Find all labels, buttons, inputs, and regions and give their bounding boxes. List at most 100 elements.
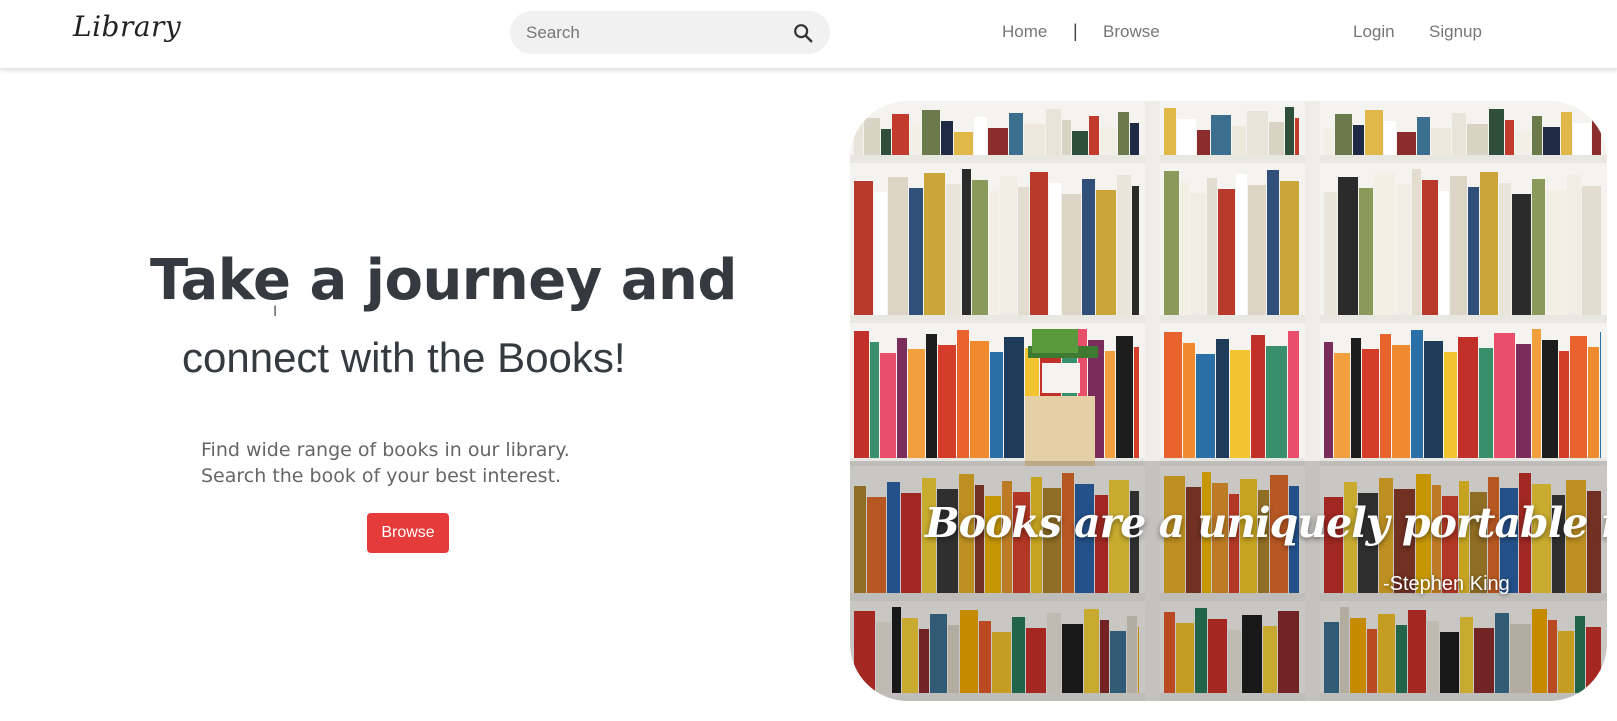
book-spine	[1269, 122, 1284, 155]
search-bar[interactable]	[510, 11, 830, 54]
book-spine	[1134, 347, 1139, 458]
book-spine	[1468, 187, 1479, 315]
book-spine	[970, 341, 989, 458]
book-spine	[1458, 337, 1478, 458]
hero-description: Find wide range of books in our library.…	[201, 439, 570, 487]
book-spine	[1132, 186, 1139, 315]
signup-link[interactable]: Signup	[1429, 22, 1482, 42]
book-spine	[909, 188, 923, 315]
book-spine	[1267, 170, 1279, 315]
book-spine	[924, 173, 945, 315]
book-spine	[1515, 131, 1531, 155]
book-spine	[1100, 127, 1117, 155]
book-spine	[1542, 340, 1558, 458]
book-spine	[1004, 337, 1024, 458]
book-spine	[1024, 124, 1045, 155]
book-spine	[988, 128, 1008, 155]
book-spine	[1422, 180, 1438, 315]
book-spine	[1397, 132, 1416, 155]
book-spine	[941, 121, 953, 155]
book-spine	[1365, 110, 1383, 155]
book-spine	[1380, 334, 1391, 458]
book-spine	[1046, 109, 1061, 155]
book-spine	[1452, 113, 1466, 155]
book-spine	[1177, 119, 1196, 155]
book-spine	[1532, 329, 1541, 458]
nav-home-link[interactable]: Home	[1002, 22, 1047, 42]
book-spine	[1117, 175, 1131, 315]
book-spine	[954, 132, 973, 155]
book-spine	[1218, 189, 1235, 315]
book-spine	[1431, 128, 1451, 155]
book-spine	[1411, 330, 1423, 458]
book-spine	[1247, 111, 1268, 155]
book-spine	[1479, 348, 1493, 458]
book-spine	[1230, 350, 1250, 458]
book-spine	[1295, 118, 1299, 155]
book-spine	[1236, 174, 1247, 315]
book-spine	[1396, 184, 1411, 315]
brand-logo[interactable]: Library	[73, 10, 181, 43]
bookshelf-image: Books are a uniquely portable magic -Ste…	[850, 101, 1607, 701]
book-spine	[1207, 178, 1217, 315]
book-spine	[1359, 188, 1373, 315]
book-spine	[910, 125, 921, 155]
book-spine	[1439, 191, 1449, 315]
book-spine	[1211, 115, 1231, 155]
book-spine	[1338, 177, 1358, 315]
book-spine	[1164, 108, 1176, 155]
book-spine	[1499, 183, 1511, 315]
book-spine	[922, 110, 940, 155]
book-spine	[989, 191, 999, 315]
book-spine	[1351, 338, 1361, 458]
navbar: Library Home | Browse Login Signup	[0, 0, 1617, 69]
book-spine	[1516, 344, 1531, 458]
search-input[interactable]	[526, 11, 786, 54]
book-spine	[1049, 183, 1061, 315]
text-cursor-icon: I	[273, 304, 278, 320]
book-spine	[1197, 130, 1210, 155]
book-spine	[1392, 345, 1410, 458]
book-spine	[1030, 172, 1048, 315]
book-spine	[1266, 346, 1287, 458]
book-spine	[957, 330, 969, 458]
book-spine	[990, 352, 1003, 458]
shelf-board	[850, 315, 1607, 323]
book-spine	[1285, 107, 1294, 155]
book-spine	[1567, 175, 1581, 315]
book-spine	[854, 181, 873, 315]
book-spine	[1374, 173, 1395, 315]
book-spine	[1089, 116, 1099, 155]
book-spine	[892, 114, 909, 155]
browse-button[interactable]: Browse	[367, 513, 449, 553]
book-spine	[1116, 336, 1133, 458]
book-spine	[864, 118, 880, 155]
book-spine	[1164, 171, 1179, 315]
book-spine	[1384, 121, 1396, 155]
book-spine	[1288, 331, 1299, 458]
nav-browse-link[interactable]: Browse	[1103, 22, 1160, 42]
book-spine	[1505, 120, 1514, 155]
book-spine	[880, 353, 896, 458]
book-spine	[854, 107, 863, 155]
search-icon[interactable]	[792, 22, 814, 44]
book-spine	[1248, 185, 1266, 315]
book-spine	[1512, 194, 1531, 315]
book-spine	[1018, 187, 1029, 315]
shelf-board	[850, 155, 1607, 163]
book-spine	[1532, 179, 1545, 315]
book-spine	[1105, 351, 1115, 458]
book-spine	[1180, 182, 1189, 315]
book-spine	[962, 169, 971, 315]
login-link[interactable]: Login	[1353, 22, 1395, 42]
book-spine	[1183, 343, 1195, 458]
book-spine	[1592, 108, 1601, 155]
book-spine	[972, 180, 988, 315]
bookshelf-illustration	[850, 101, 1607, 701]
book-spine	[1062, 120, 1071, 155]
book-spine	[1582, 186, 1601, 315]
book-spine	[1164, 332, 1182, 458]
book-spine	[1489, 109, 1504, 155]
book-spine	[897, 338, 907, 458]
book-spine	[1324, 342, 1333, 458]
